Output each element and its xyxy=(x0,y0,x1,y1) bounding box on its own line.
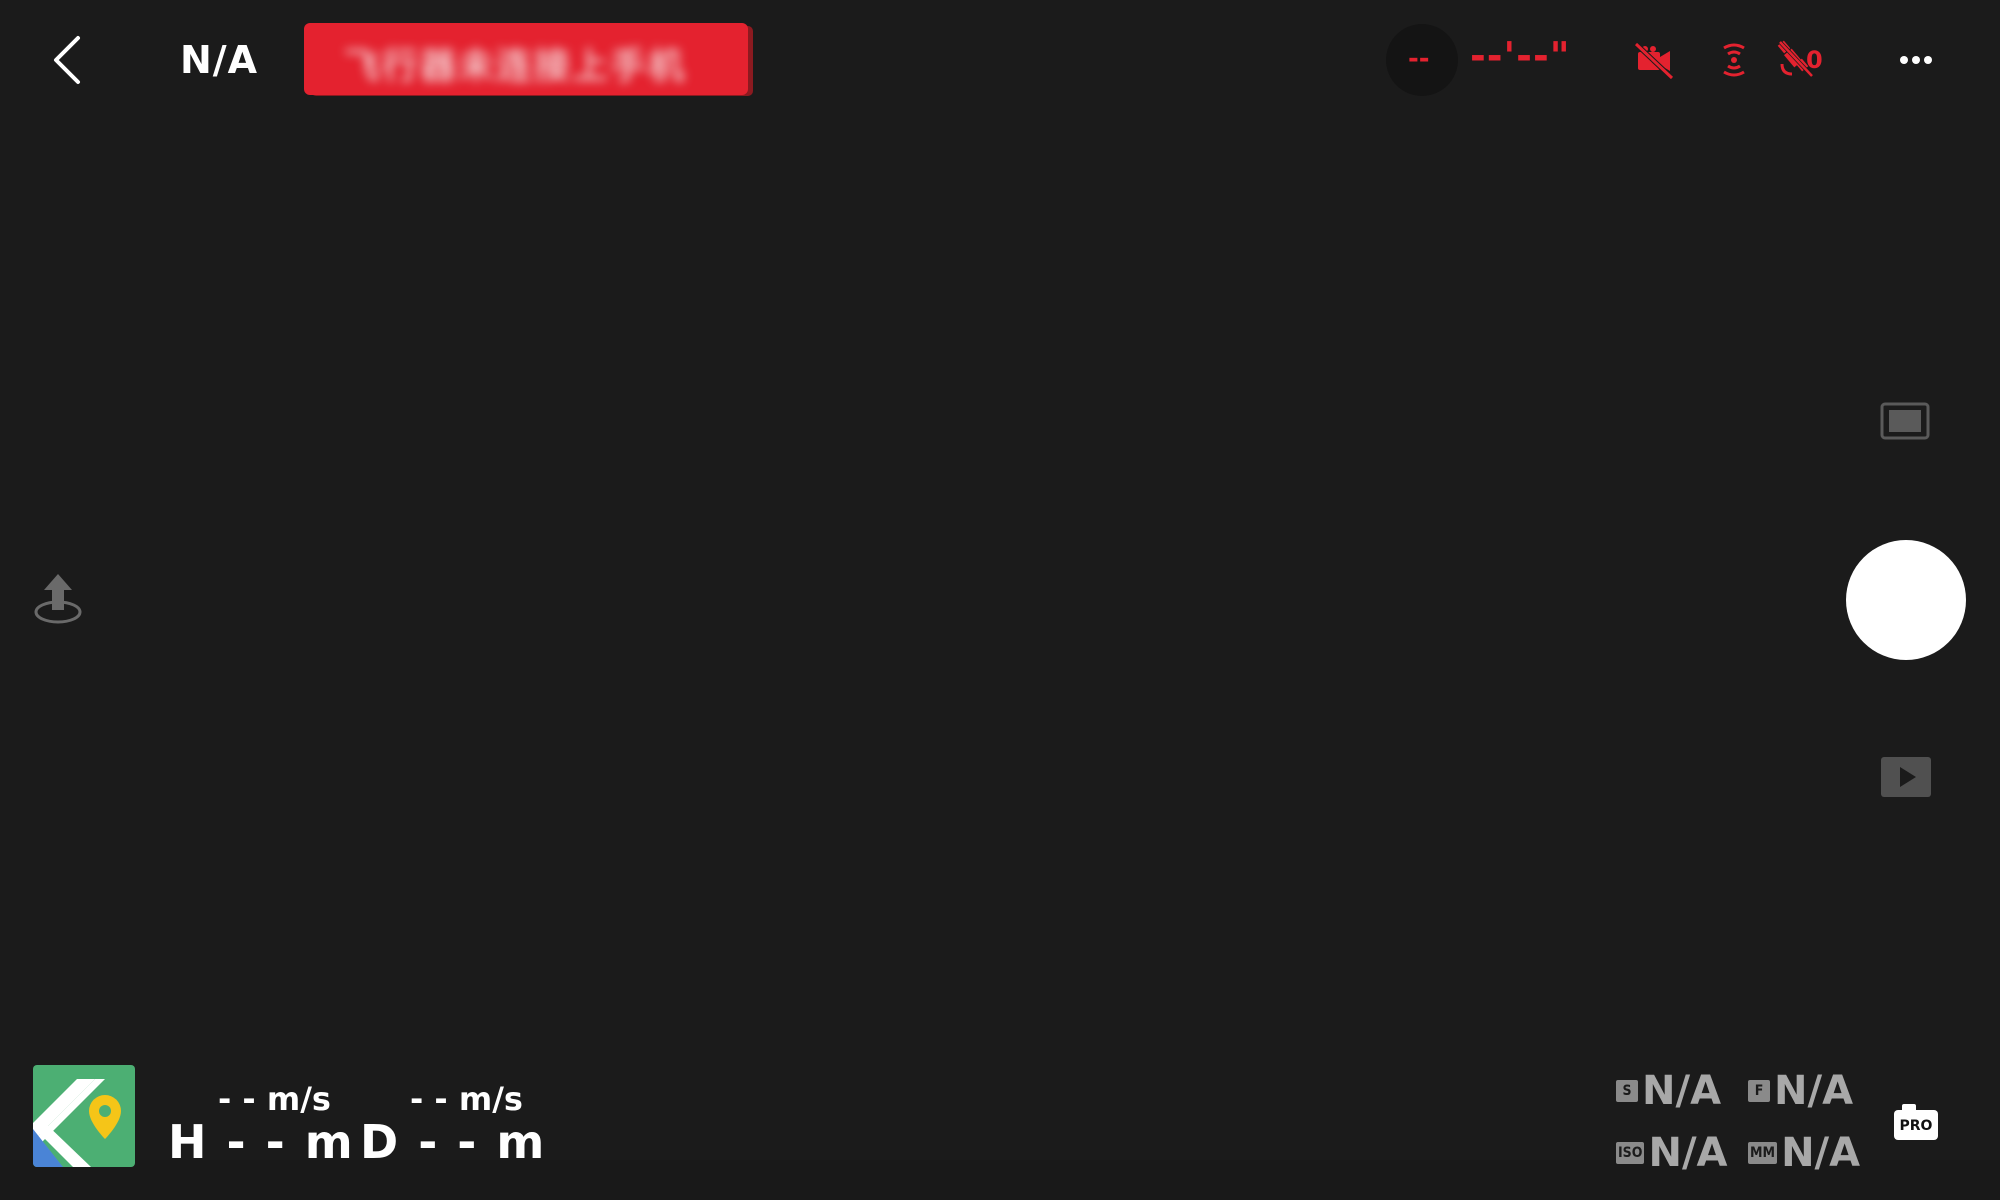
more-button[interactable] xyxy=(1896,40,1936,80)
flight-time-remaining: --'--" xyxy=(1470,34,1571,78)
pro-mode-label: PRO xyxy=(1899,1118,1933,1134)
focal-tag: MM xyxy=(1748,1142,1778,1164)
back-button[interactable] xyxy=(44,30,92,90)
takeoff-icon xyxy=(34,574,82,624)
playback-button[interactable] xyxy=(1880,756,1932,798)
flight-mode-label: N/A xyxy=(180,38,259,82)
pro-mode-button[interactable]: PRO xyxy=(1894,1104,1938,1140)
focal-length-param[interactable]: MM N/A xyxy=(1748,1130,1860,1176)
shutter-button[interactable] xyxy=(1846,540,1966,660)
map-icon xyxy=(33,1065,135,1167)
iso-param[interactable]: ISO N/A xyxy=(1616,1130,1728,1176)
chevron-left-icon xyxy=(54,36,80,84)
vertical-speed: - - m/s xyxy=(410,1080,523,1118)
shutter-tag: S xyxy=(1616,1080,1638,1102)
takeoff-button[interactable] xyxy=(30,570,86,626)
horizontal-speed: - - m/s xyxy=(218,1080,331,1118)
distance-readout: D - - m xyxy=(360,1115,547,1169)
camera-view: N/A 飞行器未连接上手机 -- --'--" 0 - - m/s - - m/… xyxy=(0,0,2000,1200)
shutter-speed-param[interactable]: S N/A xyxy=(1616,1068,1721,1114)
iso-value: N/A xyxy=(1648,1130,1728,1176)
satellite-count: 0 xyxy=(1806,46,1823,74)
aperture-param[interactable]: F N/A xyxy=(1748,1068,1853,1114)
aperture-value: N/A xyxy=(1774,1068,1854,1114)
height-readout: H - - m xyxy=(168,1115,355,1169)
focal-value: N/A xyxy=(1781,1130,1861,1176)
battery-value: -- xyxy=(1408,44,1430,74)
iso-tag: ISO xyxy=(1616,1142,1645,1164)
video-off-icon[interactable] xyxy=(1632,38,1676,82)
rc-signal-icon[interactable] xyxy=(1712,38,1756,82)
aspect-ratio-button[interactable] xyxy=(1880,400,1930,442)
play-icon xyxy=(1881,757,1931,797)
shutter-value: N/A xyxy=(1642,1068,1722,1114)
status-banner[interactable]: 飞行器未连接上手机 xyxy=(304,23,748,95)
more-horizontal-icon xyxy=(1900,56,1932,64)
aperture-tag: F xyxy=(1748,1080,1770,1102)
aspect-ratio-icon xyxy=(1880,402,1930,440)
map-button[interactable] xyxy=(33,1065,135,1167)
status-banner-text: 飞行器未连接上手机 xyxy=(344,46,687,87)
